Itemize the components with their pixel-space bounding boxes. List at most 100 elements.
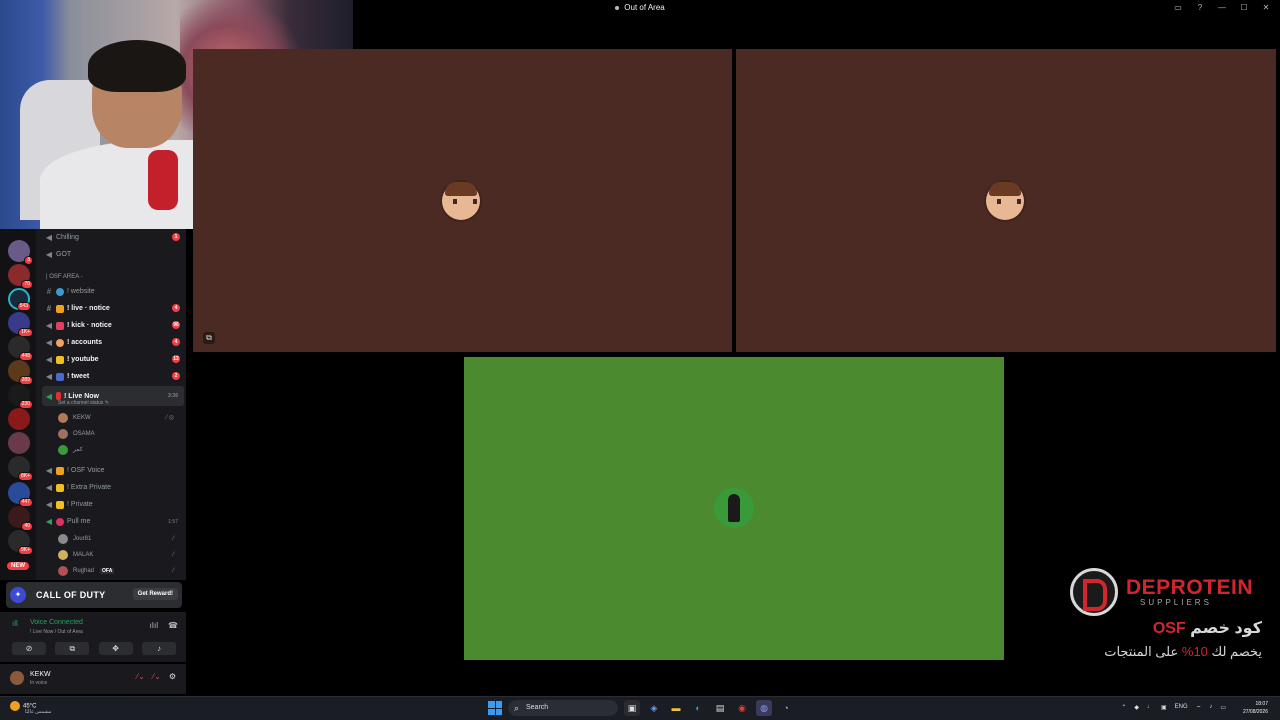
- get-reward-button[interactable]: Get Reward!: [132, 588, 178, 600]
- avatar: [58, 565, 68, 576]
- signal-icon[interactable]: ıll: [12, 619, 18, 628]
- voice-member[interactable]: Rughad OFA ⁄: [58, 564, 178, 577]
- chrome-icon[interactable]: ◉: [734, 700, 750, 716]
- category-osf-area[interactable]: | OSF AREA -: [46, 274, 83, 280]
- noise-suppression-icon[interactable]: ıIıl: [150, 621, 158, 630]
- network-icon[interactable]: ◆: [1134, 704, 1139, 712]
- emoji-icon: [56, 338, 64, 347]
- chevron-up-icon[interactable]: ⌃: [1121, 704, 1126, 712]
- voice-member[interactable]: OSAMA: [58, 427, 178, 440]
- channel-osf-voice[interactable]: ◀ ! OSF Voice: [42, 463, 184, 478]
- camera-off-icon[interactable]: ⊘: [12, 642, 46, 655]
- server-icon[interactable]: 1K+: [8, 312, 33, 337]
- volume-icon[interactable]: ♪: [1209, 704, 1212, 712]
- screen-share-icon[interactable]: ⧉: [55, 642, 90, 655]
- channel-chilling[interactable]: ◀ Chilling 1: [42, 230, 184, 245]
- search-input[interactable]: Search: [508, 700, 618, 716]
- speaker-icon: ◀: [45, 233, 53, 242]
- voice-member[interactable]: كمر: [58, 443, 178, 456]
- tray-app-icon[interactable]: ▣: [1161, 704, 1167, 712]
- server-icon[interactable]: 289: [8, 360, 33, 385]
- sponsor-overlay: DEPROTEIN SUPPLIERS كود خصم OSF يخصم لك …: [1062, 566, 1272, 666]
- flag-icon: [56, 321, 64, 330]
- speaker-icon: ◀: [45, 391, 53, 401]
- minimize-icon[interactable]: —: [1216, 3, 1228, 12]
- store-icon[interactable]: ▤: [712, 700, 728, 716]
- video-tile[interactable]: [464, 357, 1004, 660]
- avatar: [58, 428, 68, 439]
- voice-member[interactable]: KEKW ⁄ ◎: [58, 411, 178, 424]
- avatar: [58, 444, 68, 455]
- soundboard-icon[interactable]: ♪: [141, 642, 176, 655]
- channel-pull-me[interactable]: ◀ Pull me 1:57: [42, 514, 184, 529]
- microphone-icon[interactable]: ♩: [1147, 704, 1153, 712]
- disconnect-icon[interactable]: ☎: [168, 621, 178, 630]
- muted-icon: ⁄: [172, 567, 174, 574]
- video-tile[interactable]: [736, 49, 1276, 352]
- video-tile[interactable]: ⧉: [193, 49, 732, 352]
- file-explorer-icon[interactable]: ▬: [668, 700, 684, 716]
- speaker-icon: ◀: [45, 250, 53, 259]
- server-icon[interactable]: [8, 432, 30, 454]
- task-view-icon[interactable]: ▣: [624, 700, 640, 716]
- channel-private[interactable]: ◀ ! Private: [42, 497, 184, 512]
- channel-youtube[interactable]: ◀ ! youtube 12: [42, 352, 184, 367]
- deprotein-logo: [1070, 568, 1118, 616]
- server-icon[interactable]: 8K+: [8, 456, 33, 481]
- server-icon[interactable]: 40: [8, 506, 33, 531]
- discount-text: يخصم لك 10% على المنتجات: [1104, 644, 1262, 659]
- system-tray: ⌃ ◆ ♩ ▣ ENG ⌔ ♪ ▭: [1121, 704, 1226, 712]
- lock-icon: [56, 483, 64, 492]
- sun-icon: [10, 701, 20, 711]
- participant-avatar: [442, 182, 480, 220]
- server-icon[interactable]: 230: [8, 384, 33, 409]
- channel-status-hint[interactable]: Set a channel status ✎: [58, 400, 109, 406]
- clock[interactable]: 18:07 27/08/2026: [1243, 700, 1268, 716]
- edge-icon[interactable]: ◐: [690, 700, 706, 716]
- weather-widget[interactable]: 45°C مشمس غالبًا: [10, 701, 52, 715]
- inbox-icon[interactable]: ▭: [1172, 3, 1184, 12]
- wifi-icon[interactable]: ⌔: [1196, 704, 1202, 712]
- hash-icon: #: [46, 287, 52, 296]
- server-icon[interactable]: 447: [8, 482, 33, 507]
- server-icon[interactable]: 70: [8, 264, 33, 289]
- channel-accounts[interactable]: ◀ ! accounts 4: [42, 335, 184, 350]
- channel-tweet[interactable]: ◀ ! tweet 2: [42, 369, 184, 384]
- channel-got[interactable]: ◀ GOT: [42, 247, 184, 262]
- headphones-muted-icon[interactable]: ⁄⌄: [153, 672, 161, 681]
- speaker-icon: ◀: [45, 483, 53, 492]
- mic-muted-icon[interactable]: ⁄⌄: [137, 672, 145, 681]
- channel-extra-private[interactable]: ◀ ! Extra Private: [42, 480, 184, 495]
- channel-website[interactable]: # ! website: [42, 284, 184, 299]
- channel-live-notice[interactable]: # ! live · notice 4: [42, 301, 184, 316]
- avatar: [58, 549, 68, 560]
- maximize-icon[interactable]: ☐: [1238, 3, 1250, 12]
- activities-icon[interactable]: ✥: [98, 642, 133, 655]
- megaphone-icon: ◀: [45, 338, 53, 347]
- server-icon[interactable]: 448: [8, 336, 33, 361]
- channel-kick-notice[interactable]: ◀ ! kick · notice 96: [42, 318, 184, 333]
- new-badge: NEW: [7, 562, 29, 570]
- steam-icon[interactable]: ◔: [778, 700, 794, 716]
- discord-icon[interactable]: ◍: [756, 700, 772, 716]
- avatar: [58, 533, 68, 544]
- server-icon[interactable]: 3: [8, 240, 33, 265]
- window-controls: ▭ ? — ☐ ✕: [1172, 3, 1272, 12]
- dot-icon: [56, 517, 64, 526]
- voice-member[interactable]: Jour81 ⁄: [58, 532, 178, 545]
- server-icon[interactable]: 543: [8, 288, 31, 311]
- popout-icon[interactable]: ⧉: [203, 332, 215, 344]
- live-icon: [56, 392, 61, 400]
- server-icon[interactable]: [8, 408, 30, 430]
- promo-banner[interactable]: ✦ CALL OF DUTY Get Reward!: [6, 582, 182, 608]
- help-icon[interactable]: ?: [1194, 3, 1206, 12]
- speaker-icon: ◀: [45, 500, 53, 509]
- battery-icon[interactable]: ▭: [1220, 704, 1226, 712]
- gear-icon[interactable]: ⚙: [169, 672, 176, 681]
- start-button[interactable]: [488, 701, 502, 715]
- close-icon[interactable]: ✕: [1260, 3, 1272, 12]
- avatar[interactable]: [10, 671, 24, 685]
- copilot-icon[interactable]: ◈: [646, 700, 662, 716]
- voice-member[interactable]: MALAK ⁄: [58, 548, 178, 561]
- server-icon[interactable]: 9K+: [8, 530, 33, 555]
